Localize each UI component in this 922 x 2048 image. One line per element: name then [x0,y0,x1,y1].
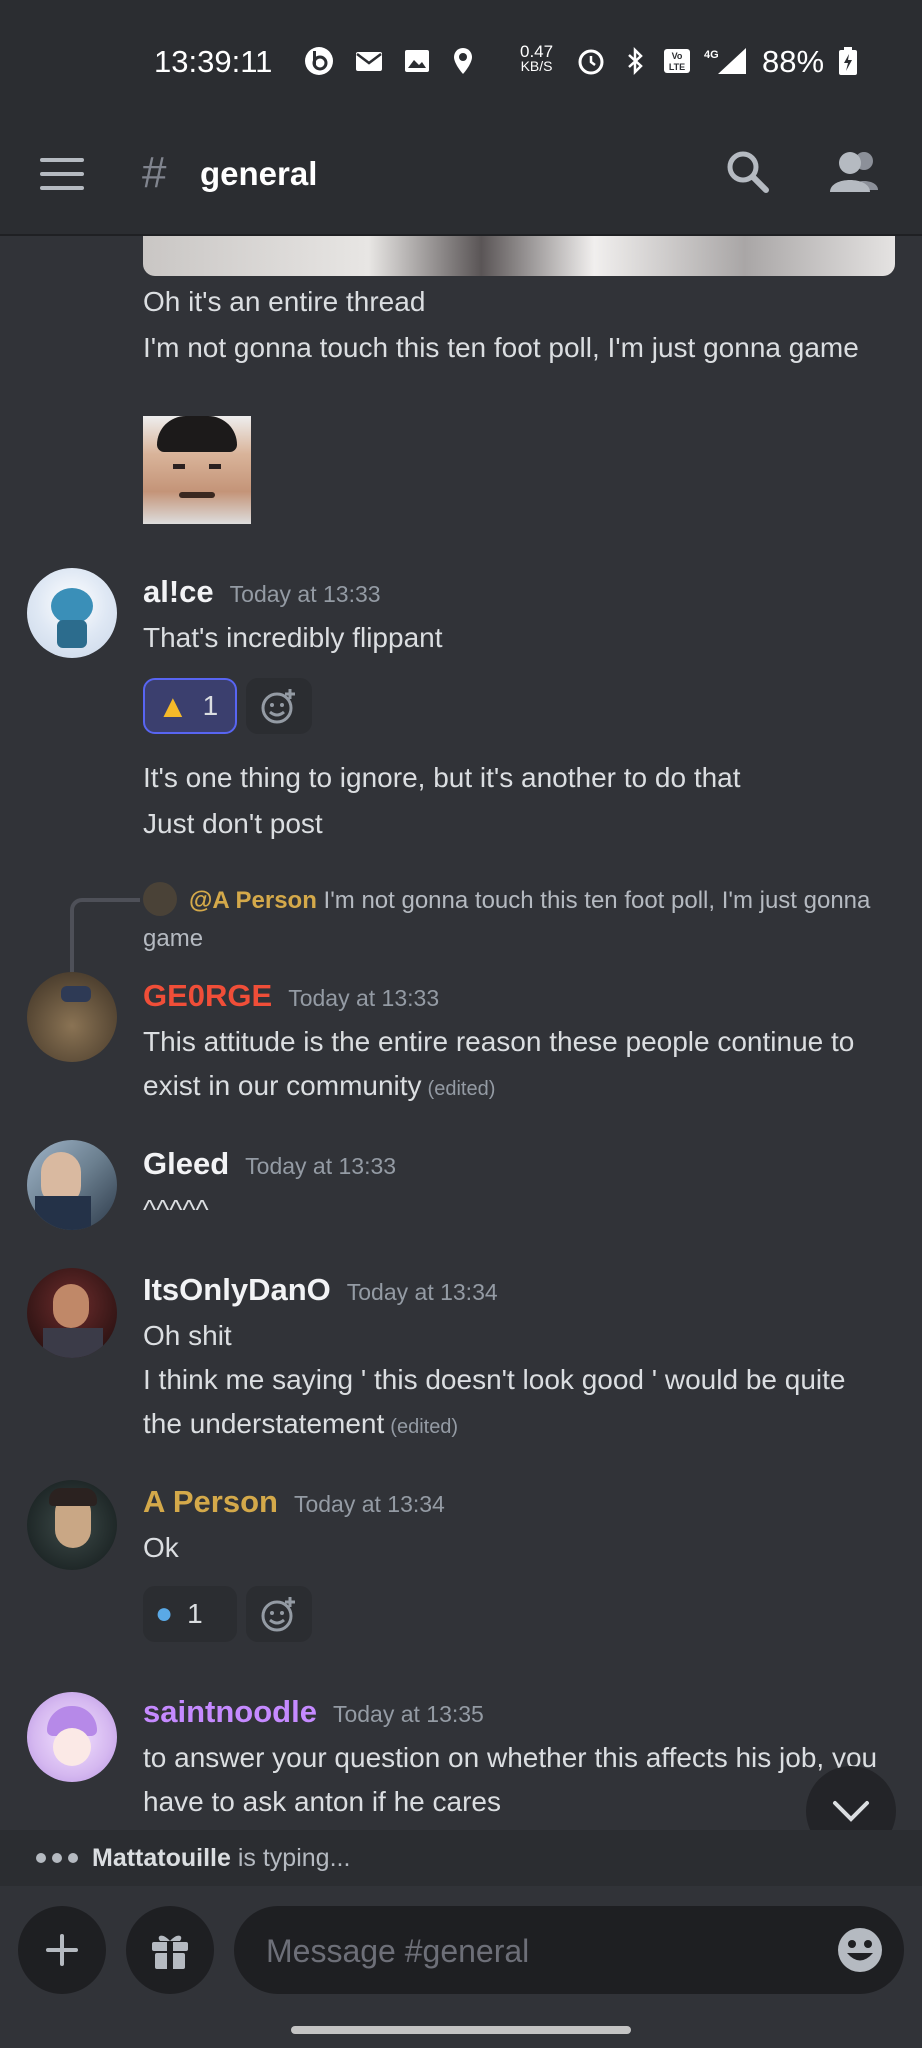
bluetooth-icon [628,46,643,76]
typing-indicator: Mattatouille is typing... [0,1830,922,1886]
reaction-sweat-drops[interactable]: ● 1 [143,1586,237,1642]
network-speed: 0.47 KB/S [520,42,554,74]
username[interactable]: ItsOnlyDanO Today at 13:34 [143,1272,498,1308]
timestamp: Today at 13:33 [245,1153,397,1179]
avatar[interactable] [27,1140,117,1230]
beats-icon [305,47,333,75]
message-text: ^^^^^ [143,1194,209,1225]
location-icon [454,48,472,74]
message-text: Oh it's an entire thread [143,286,426,317]
username[interactable]: GE0RGE Today at 13:33 [143,978,439,1014]
username[interactable]: saintnoodle Today at 13:35 [143,1694,484,1730]
message-text: It's one thing to ignore, but it's anoth… [143,762,741,793]
chevron-down-icon [833,1801,869,1822]
svg-text:LTE: LTE [669,62,685,72]
message-text: I'm not gonna touch this ten foot poll, … [143,332,859,363]
sweat-drops-icon: ● [155,1597,174,1630]
channel-title[interactable]: general [200,155,317,193]
message-input-container[interactable] [234,1906,904,1996]
clock: 13:39:11 [154,44,273,79]
alarm-icon [578,49,604,75]
attach-button[interactable] [18,1906,106,1994]
add-reaction-icon [261,1597,295,1632]
timestamp: Today at 13:34 [293,1491,445,1517]
message-text: Ok [143,1532,179,1563]
avatar[interactable] [27,1692,117,1782]
battery-icon [839,47,857,75]
add-reaction-button[interactable] [246,678,312,734]
reply-preview[interactable]: @A Person I'm not gonna touch this ten f… [143,882,883,958]
message-text: That's incredibly flippant [143,622,443,653]
volte-icon: VoLTE [664,49,690,73]
svg-text:Vo: Vo [672,51,683,61]
message-text: I think me saying ' this doesn't look go… [143,1364,846,1439]
emoji-image[interactable] [143,416,251,524]
status-bar: 13:39:11 0.47 KB/S Vo LTE 4G 88% [0,0,922,118]
typing-dots-icon [36,1853,78,1863]
message-composer [0,1886,922,2048]
mail-icon [356,52,382,71]
timestamp: Today at 13:34 [346,1279,498,1305]
image-icon [405,50,429,72]
message-text: Oh shit [143,1320,232,1351]
message-text: This attitude is the entire reason these… [143,1026,855,1101]
thumbs-up-icon: ▲ [157,687,189,724]
svg-text:4G: 4G [704,49,719,61]
gift-button[interactable] [126,1906,214,1994]
battery-percent: 88% [762,44,825,79]
avatar[interactable] [27,972,117,1062]
channel-header: # general [0,118,922,236]
reply-connector [70,898,140,972]
username[interactable]: Gleed Today at 13:33 [143,1146,396,1182]
emoji-icon[interactable] [836,1926,884,1974]
add-reaction-button[interactable] [246,1586,312,1642]
message-input[interactable] [264,1906,808,1996]
gift-icon [152,1935,188,1969]
timestamp: Today at 13:35 [332,1701,484,1727]
username[interactable]: al!ce Today at 13:33 [143,574,381,610]
reaction-thumbs-up[interactable]: ▲ 1 [143,678,237,734]
members-icon[interactable] [828,148,880,194]
avatar[interactable] [27,1480,117,1570]
timestamp: Today at 13:33 [288,985,440,1011]
signal-icon: 4G [704,48,746,74]
message-list[interactable]: Oh it's an entire thread I'm not gonna t… [0,236,922,1830]
message-text: Just don't post [143,808,323,839]
message-text: to answer your question on whether this … [143,1742,878,1817]
add-reaction-icon [261,689,295,724]
gesture-bar[interactable] [291,2026,631,2034]
avatar[interactable] [27,1268,117,1358]
plus-icon [46,1934,78,1966]
menu-icon[interactable] [40,158,84,194]
image-attachment[interactable] [143,236,895,276]
channel-hash-icon: # [142,148,167,197]
avatar[interactable] [27,568,117,658]
timestamp: Today at 13:33 [229,581,381,607]
search-icon[interactable] [724,148,770,194]
username[interactable]: A Person Today at 13:34 [143,1484,445,1520]
